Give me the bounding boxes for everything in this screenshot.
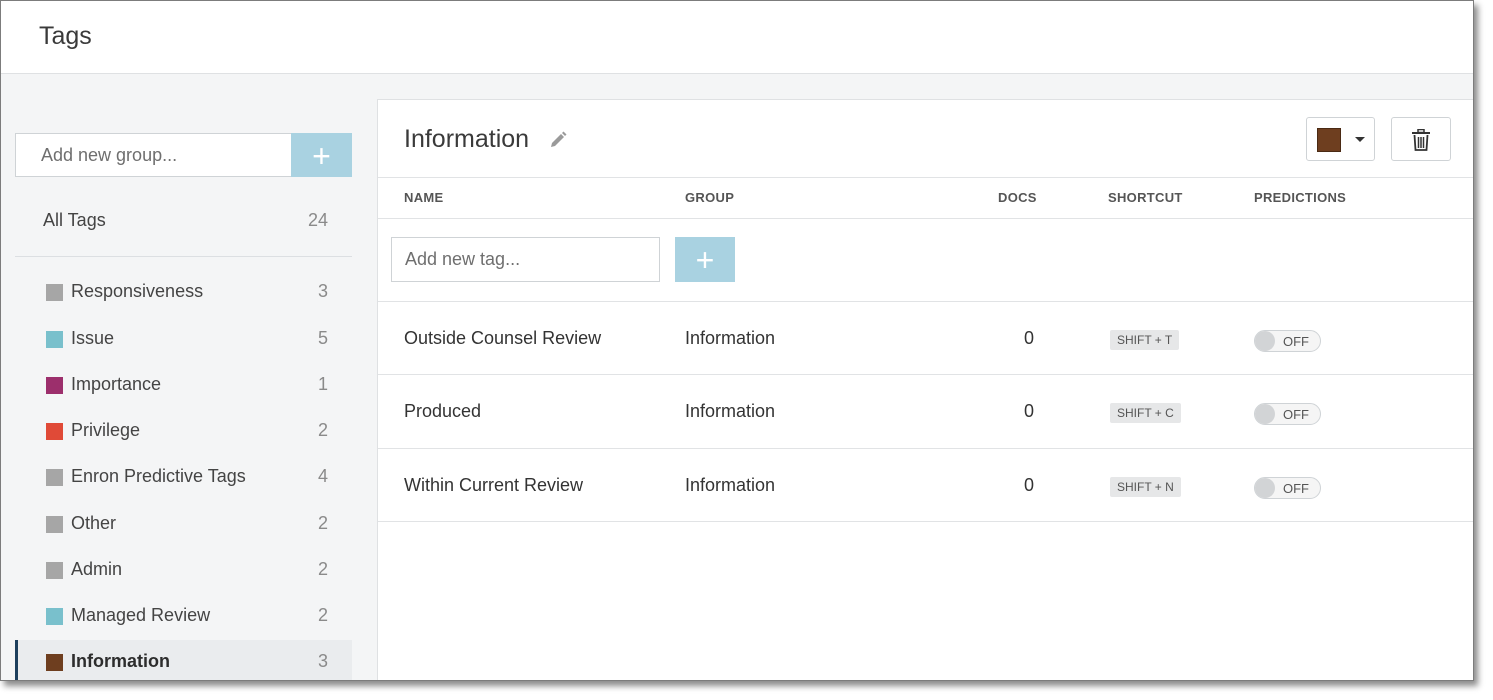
all-tags-label: All Tags <box>43 210 106 230</box>
group-sidebar: + All Tags 24 Responsiveness 3 Issue 5 I… <box>1 74 377 680</box>
group-color-dropdown[interactable] <box>1306 117 1375 161</box>
selected-color-swatch <box>1317 128 1341 152</box>
add-tag-button[interactable]: + <box>675 237 735 282</box>
all-tags-count: 24 <box>307 210 328 230</box>
tags-window: Tags + All Tags 24 Responsiveness 3 Issu… <box>0 0 1474 681</box>
trash-icon <box>1412 129 1430 151</box>
group-label: Privilege <box>71 420 141 440</box>
group-color-swatch <box>46 469 63 486</box>
group-count: 3 <box>317 651 328 671</box>
tag-shortcut-badge: SHIFT + C <box>1110 403 1181 423</box>
page-title: Tags <box>39 22 92 50</box>
column-header-docs[interactable]: DOCS <box>998 190 1037 205</box>
sidebar-item-responsiveness[interactable]: Responsiveness 3 <box>15 271 352 315</box>
table-row[interactable]: Produced Information 0 SHIFT + C OFF <box>378 374 1473 448</box>
tag-docs-count: 0 <box>1024 475 1035 495</box>
group-color-swatch <box>46 331 63 348</box>
tag-shortcut-badge: SHIFT + T <box>1110 330 1180 350</box>
sidebar-item-enron-predictive-tags[interactable]: Enron Predictive Tags 4 <box>15 456 352 500</box>
group-color-swatch <box>46 423 63 440</box>
column-header-predictions[interactable]: PREDICTIONS <box>1254 190 1346 205</box>
group-color-swatch <box>46 377 63 394</box>
group-color-swatch <box>46 284 63 301</box>
group-label: Responsiveness <box>71 281 204 301</box>
tag-name: Within Current Review <box>404 475 584 495</box>
group-color-swatch <box>46 608 63 625</box>
group-count: 5 <box>317 328 328 348</box>
group-color-swatch <box>46 562 63 579</box>
toggle-state: OFF <box>1283 334 1309 349</box>
chevron-down-icon <box>1355 137 1365 142</box>
group-title: Information <box>404 125 530 153</box>
tag-name: Outside Counsel Review <box>404 328 602 348</box>
add-tag-input[interactable] <box>391 237 660 282</box>
tag-name: Produced <box>404 401 482 421</box>
tag-group: Information <box>685 401 776 421</box>
tag-group: Information <box>685 475 776 495</box>
group-color-swatch <box>46 516 63 533</box>
sidebar-item-all-tags[interactable]: All Tags 24 <box>15 198 352 257</box>
tag-docs-count: 0 <box>1024 328 1035 348</box>
toggle-state: OFF <box>1283 481 1309 496</box>
table-row[interactable]: Within Current Review Information 0 SHIF… <box>378 448 1473 522</box>
add-group-input[interactable] <box>15 133 291 177</box>
predictions-toggle[interactable]: OFF <box>1254 330 1321 352</box>
group-detail-panel: Information NAME GROUP DOCS SHORTCUT PRE… <box>377 99 1473 680</box>
group-count: 2 <box>317 420 328 440</box>
group-label: Admin <box>71 559 123 579</box>
sidebar-item-importance[interactable]: Importance 1 <box>15 364 352 408</box>
sidebar-item-other[interactable]: Other 2 <box>15 503 352 547</box>
column-header-name[interactable]: NAME <box>404 190 443 205</box>
tags-table-header: NAME GROUP DOCS SHORTCUT PREDICTIONS <box>378 177 1473 219</box>
group-count: 2 <box>317 513 328 533</box>
group-label: Issue <box>71 328 115 348</box>
edit-pencil-icon[interactable] <box>549 131 567 149</box>
predictions-toggle[interactable]: OFF <box>1254 403 1321 425</box>
table-divider <box>378 521 1473 522</box>
sidebar-item-privilege[interactable]: Privilege 2 <box>15 410 352 454</box>
toggle-state: OFF <box>1283 407 1309 422</box>
group-label: Enron Predictive Tags <box>71 466 246 486</box>
group-label: Information <box>71 651 170 671</box>
group-label: Importance <box>71 374 162 394</box>
group-color-swatch <box>46 654 63 671</box>
tag-docs-count: 0 <box>1024 401 1035 421</box>
column-header-group[interactable]: GROUP <box>685 190 734 205</box>
toggle-knob <box>1255 404 1275 424</box>
tag-group: Information <box>685 328 776 348</box>
add-group-button[interactable]: + <box>291 133 352 177</box>
predictions-toggle[interactable]: OFF <box>1254 477 1321 499</box>
column-header-shortcut[interactable]: SHORTCUT <box>1108 190 1183 205</box>
group-count: 2 <box>317 559 328 579</box>
top-bar: Tags <box>1 1 1473 74</box>
group-label: Other <box>71 513 117 533</box>
group-label: Managed Review <box>71 605 211 625</box>
table-row[interactable]: Outside Counsel Review Information 0 SHI… <box>378 301 1473 375</box>
group-count: 2 <box>317 605 328 625</box>
sidebar-item-issue[interactable]: Issue 5 <box>15 318 352 362</box>
delete-group-button[interactable] <box>1391 117 1451 161</box>
sidebar-item-admin[interactable]: Admin 2 <box>15 549 352 593</box>
tag-shortcut-badge: SHIFT + N <box>1110 477 1181 497</box>
group-count: 4 <box>317 466 328 486</box>
toggle-knob <box>1255 331 1275 351</box>
sidebar-item-managed-review[interactable]: Managed Review 2 <box>15 595 352 639</box>
toggle-knob <box>1255 478 1275 498</box>
group-count: 3 <box>317 281 328 301</box>
group-count: 1 <box>317 374 328 394</box>
sidebar-item-information[interactable]: Information 3 <box>15 640 352 680</box>
